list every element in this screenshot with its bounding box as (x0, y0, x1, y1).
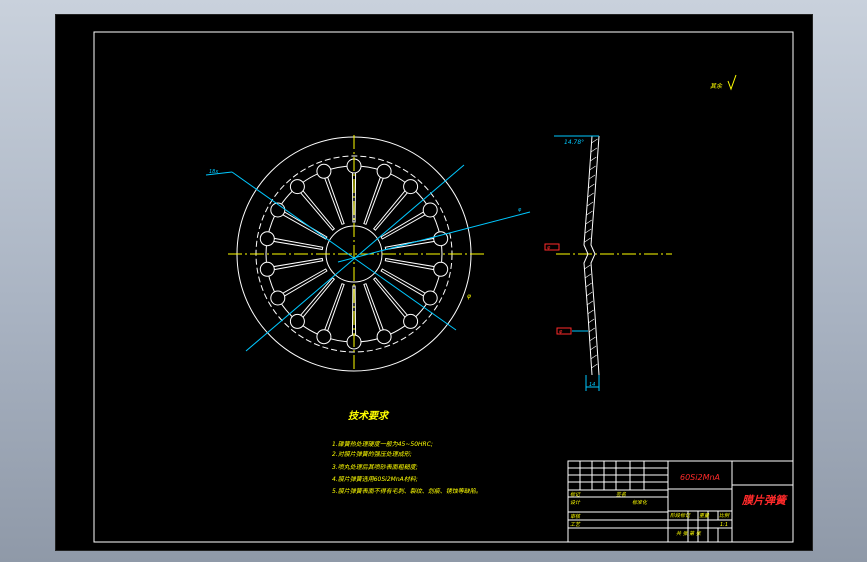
tb-process: 工艺 (570, 521, 581, 528)
relief-hole (270, 290, 286, 306)
hatch-line (584, 264, 591, 270)
relief-hole (403, 313, 419, 329)
hatch-line (589, 165, 596, 171)
left-dim-label: 18x (209, 169, 218, 175)
hatch-line (591, 138, 598, 144)
tb-scale-label: 比例 (719, 512, 730, 519)
relief-hole (376, 163, 392, 179)
part-name: 膜片弹簧 (741, 494, 788, 507)
hatch-line (586, 201, 594, 207)
relief-hole (422, 290, 438, 306)
tb-design: 设计 (570, 499, 581, 506)
relief-hole (289, 313, 305, 329)
relief-hole (289, 179, 305, 195)
hatch-line (584, 237, 591, 243)
tb-stage: 阶段标记 (670, 512, 691, 519)
hatch-line (585, 282, 592, 288)
hatch-line (589, 345, 597, 351)
front-view: 18x φ φ (205, 135, 531, 372)
hatch-line (588, 183, 595, 189)
roughness-text: 其余 (710, 82, 723, 90)
technical-requirements: 技术要求 1.碟簧热处理硬度一般为45~50HRC; 2.对膜片弹簧的强压处理成… (332, 410, 482, 495)
material-label: 60Si2MnA (680, 473, 720, 482)
radius-dim-label: φ (467, 293, 471, 300)
req-2: 2.对膜片弹簧的强压处理成形; (332, 450, 412, 458)
angle-dim-label: 14.78° (564, 139, 584, 146)
relief-hole (316, 163, 332, 179)
tech-title: 技术要求 (348, 410, 390, 422)
hatch-line (588, 318, 595, 324)
hatch-line (590, 156, 597, 162)
cad-drawing: 18x φ φ 14.78° φ φ 14 其余 技术要求 1.碟簧热处理硬度一… (93, 31, 794, 543)
tb-scale: 1:1 (720, 522, 728, 528)
relief-hole (376, 329, 392, 345)
hatch-line (587, 192, 594, 198)
tb-review: 审核 (570, 513, 581, 520)
relief-hole (316, 329, 332, 345)
hatch-line (585, 228, 592, 234)
req-1: 1.碟簧热处理硬度一般为45~50HRC; (332, 440, 433, 448)
roughness-symbol (727, 74, 737, 91)
req-3: 3.喷丸处理后其喷砂表面粗糙度; (332, 463, 418, 471)
right-dim-label: φ (518, 207, 522, 213)
finger-slot (363, 283, 385, 333)
relief-hole (422, 202, 438, 218)
hatch-line (586, 210, 593, 216)
hatch-line (588, 327, 595, 333)
hatch-line (586, 300, 594, 306)
req-4: 4.膜片弹簧选用60Si2MnA材料; (332, 475, 418, 483)
tb-sign: 签名 (616, 491, 627, 498)
side-profile-left (583, 135, 593, 376)
title-block-text: 60Si2MnA 膜片弹簧 标记 设计 签名 标准化 审核 工艺 阶段标记 重量… (570, 473, 788, 537)
relief-hole (270, 202, 286, 218)
relief-hole (259, 261, 275, 277)
req-5: 5.膜片弹簧表面不得有毛刺、裂纹、划痕、锈蚀等缺陷。 (332, 487, 482, 495)
relief-hole (259, 231, 275, 247)
side-view: 14.78° φ φ 14 (544, 135, 672, 391)
tb-mark: 标记 (570, 491, 581, 498)
hatch-line (585, 219, 592, 225)
hatch-line (587, 309, 594, 315)
hatch-line (590, 354, 597, 360)
hatch-line (590, 147, 598, 153)
finger-slot (384, 257, 436, 271)
hatch-line (589, 336, 596, 342)
roughness-note: 其余 (710, 74, 737, 91)
finger-slot (323, 283, 345, 333)
relief-hole (433, 261, 449, 277)
finger-slot (323, 175, 345, 225)
relief-hole (403, 179, 419, 195)
tb-sheets: 共 张 第 张 (676, 530, 702, 537)
finger-slot (272, 257, 324, 271)
hatch-line (591, 363, 598, 369)
finger-slot (363, 175, 385, 225)
finger-slot (272, 237, 324, 251)
tb-weight: 重量 (699, 512, 710, 519)
inner-frame (93, 31, 794, 543)
hatch-line (586, 291, 593, 297)
drawing-sheet: 18x φ φ 14.78° φ φ 14 其余 技术要求 1.碟簧热处理硬度一… (55, 14, 813, 551)
hatch-line (588, 174, 596, 180)
hatch-line (584, 273, 592, 279)
thick-dim-label: 14 (589, 382, 595, 388)
tb-standard: 标准化 (632, 499, 648, 506)
